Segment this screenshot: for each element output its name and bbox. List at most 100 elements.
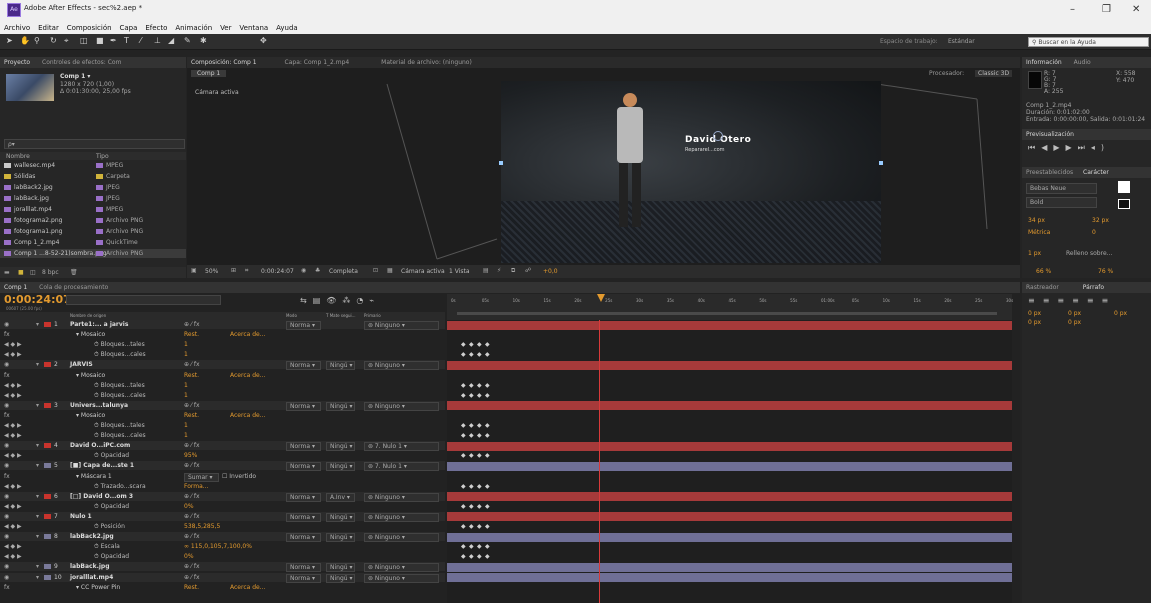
keyframe-icon[interactable]: ◆ [485,422,490,429]
parent-dropdown[interactable]: ⊚ Ninguno ▾ [364,492,439,502]
blend-mode-dropdown[interactable]: Norma ▾ [286,573,321,583]
col-type[interactable]: Tipo [96,153,109,160]
keyframe-nav-icon[interactable]: ◀ ◆ ▶ [4,502,22,511]
help-search-input[interactable]: ⚲ Buscar en la Ayuda [1028,37,1149,47]
col-parent[interactable]: Primario [364,313,381,318]
menu-animacion[interactable]: Animación [175,22,212,34]
layer-row[interactable]: ◉ ▾ 8 labBack2.jpg ⊕ ⁄ fx Norma ▾ Ningú ▾ ⊚ Nin… [0,532,445,543]
tab-info[interactable]: Información [1026,59,1062,66]
property-value[interactable]: 0% [184,552,194,561]
layer-duration-bar[interactable] [447,492,1012,502]
layer-row[interactable]: ◀ ◆ ▶ ⏱ Bloques...cales 1 [0,350,445,359]
property-value[interactable]: 1 [184,391,188,400]
exposure-value[interactable]: +0,0 [543,268,558,275]
menu-editar[interactable]: Editar [38,22,59,34]
align-center-icon[interactable]: ≡ [1043,296,1058,305]
visibility-eye-icon[interactable]: ◉ [4,461,9,470]
layer-duration-bar[interactable] [447,573,1012,582]
keyframe-icon[interactable]: ◆ [477,422,482,429]
layer-label-color[interactable] [44,443,51,449]
keyframe-icon[interactable]: ◆ [461,452,466,459]
keyframe-icon[interactable]: ◆ [461,503,466,510]
keyframe-icon[interactable]: ◆ [469,503,474,510]
layer-duration-bar[interactable] [447,532,1012,542]
keyframe-icon[interactable]: ◆ [477,432,482,439]
effect-name[interactable]: ▾ Mosaico [76,371,105,380]
layer-row[interactable]: ◀ ◆ ▶ ⏱ Bloques...tales 1 [0,421,445,430]
tab-tracker[interactable]: Rastreador [1026,284,1059,291]
layer-label-color[interactable] [44,574,51,580]
bbox-handle-right[interactable] [879,161,883,165]
keyframe-icon[interactable]: ◆ [461,553,466,560]
blend-mode-dropdown[interactable]: Norma ▾ [286,462,321,472]
track-matte-dropdown[interactable]: Ningú ▾ [326,401,355,411]
justify-center-icon[interactable]: ≡ [1087,296,1102,305]
keyframe-icon[interactable]: ◆ [469,341,474,348]
timeline-search[interactable] [66,295,221,305]
visibility-eye-icon[interactable]: ◉ [4,441,9,450]
property-name[interactable]: ⏱ Opacidad [94,451,129,460]
font-size[interactable]: 34 px [1028,217,1045,224]
visibility-eye-icon[interactable]: ◉ [4,401,9,410]
blend-mode-dropdown[interactable]: Norma ▾ [286,361,321,371]
tab-preview[interactable]: Previsualización [1026,131,1074,138]
layer-name[interactable]: Nulo 1 [70,512,92,521]
property-name[interactable]: ⏱ Escala [94,542,120,551]
flowchart-icon[interactable]: ☍ [525,267,531,274]
tab-comp1[interactable]: Comp 1 [4,284,27,291]
layer-row[interactable]: fx ▾ Mosaico Rest. Acerca de... [0,330,445,339]
keyframe-icon[interactable]: ◆ [477,553,482,560]
property-name[interactable]: ⏱ Trazado...scara [94,482,146,491]
project-item[interactable]: joralllat.mp4 MPEG [0,205,186,214]
layer-switches[interactable]: ⊕ ⁄ fx [184,320,200,329]
work-area-bar[interactable] [457,312,997,315]
keyframe-icon[interactable]: ◆ [461,351,466,358]
blend-mode-dropdown[interactable]: Norma ▾ [286,563,321,573]
tab-footage[interactable]: Material de archivo: (ninguno) [381,59,472,66]
property-name[interactable]: ⏱ Opacidad [94,552,129,561]
visibility-eye-icon[interactable]: ◉ [4,573,9,582]
keyframe-icon[interactable]: ◆ [485,553,490,560]
property-value[interactable]: 95% [184,451,197,460]
track-matte-dropdown[interactable]: Ningú ▾ [326,533,355,543]
minimize-button[interactable]: – [1070,4,1075,15]
view-layout-dropdown[interactable]: 1 Vista [449,268,470,275]
track-matte-dropdown[interactable]: Ningú ▾ [326,462,355,472]
property-value[interactable]: 1 [184,431,188,440]
layer-duration-bar[interactable] [447,512,1012,522]
tab-project[interactable]: Proyecto [4,59,30,66]
track-matte-dropdown[interactable]: Ningú ▾ [326,512,355,522]
blend-mode-dropdown[interactable]: Norma ▾ [286,401,321,411]
col-source-name[interactable]: Nombre de origen [70,313,106,318]
workspace-value[interactable]: Estándar [948,38,975,45]
menu-efecto[interactable]: Efecto [145,22,167,34]
keyframe-icon[interactable]: ◆ [477,341,482,348]
property-value[interactable]: 1 [184,421,188,430]
layer-row[interactable]: ◉ ▾ 6 [□] David O...om 3 ⊕ ⁄ fx Norma ▾ A.Inv … [0,491,445,502]
parent-dropdown[interactable]: ⊚ Ninguno ▾ [364,573,439,583]
keyframe-icon[interactable]: ◆ [477,392,482,399]
pan-behind-tool-icon[interactable]: ◫ [80,36,88,45]
keyframe-icon[interactable]: ◆ [477,382,482,389]
property-name[interactable]: ⏱ Posición [94,522,125,531]
effect-about-link[interactable]: Acerca de... [230,371,265,380]
layer-switches[interactable]: ⊕ ⁄ fx [184,441,200,450]
current-time[interactable]: 0:00:24:07 [4,293,71,306]
keyframe-nav-icon[interactable]: ◀ ◆ ▶ [4,340,22,349]
comp-mini-flowchart-icon[interactable]: ⇆ [300,296,313,305]
keyframe-icon[interactable]: ◆ [485,351,490,358]
expand-arrow-icon[interactable]: ▾ [36,512,39,521]
layer-duration-bar[interactable] [447,562,1012,572]
property-value[interactable]: 0% [184,502,194,511]
mask-mode-dropdown[interactable]: Sumar ▾ [184,472,219,482]
keyframe-icon[interactable]: ◆ [461,341,466,348]
shape-tool-icon[interactable]: ■ [96,36,104,45]
layer-row[interactable]: ◉ ▾ 4 David O...iPC.com ⊕ ⁄ fx Norma ▾ Ningú ▾… [0,441,445,452]
keyframe-icon[interactable]: ◆ [469,382,474,389]
keyframe-icon[interactable]: ◆ [477,543,482,550]
playhead-line[interactable] [599,320,600,603]
keyframe-nav-icon[interactable]: ◀ ◆ ▶ [4,552,22,561]
visibility-eye-icon[interactable]: ◉ [4,492,9,501]
keyframe-nav-icon[interactable]: ◀ ◆ ▶ [4,522,22,531]
layer-label-color[interactable] [44,564,51,570]
